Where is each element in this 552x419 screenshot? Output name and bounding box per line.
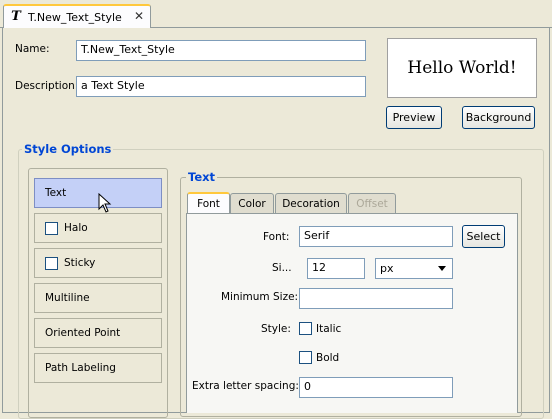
option-label: Path Labeling bbox=[45, 362, 116, 374]
description-field[interactable]: a Text Style bbox=[76, 76, 366, 97]
preview-button[interactable]: Preview bbox=[386, 106, 442, 129]
option-label: Sticky bbox=[64, 257, 96, 269]
tab-decoration[interactable]: Decoration bbox=[275, 193, 347, 213]
document-tab[interactable]: T T.New_Text_Style ✕ bbox=[3, 4, 151, 28]
option-halo[interactable]: Halo bbox=[34, 213, 162, 243]
option-label: Text bbox=[45, 187, 67, 199]
minimum-size-label: Minimum Size: bbox=[221, 291, 299, 303]
name-label: Name: bbox=[15, 43, 50, 55]
minimum-size-field[interactable] bbox=[299, 288, 453, 309]
close-icon[interactable]: ✕ bbox=[134, 9, 144, 23]
name-field[interactable]: T.New_Text_Style bbox=[76, 40, 366, 61]
sticky-checkbox[interactable] bbox=[45, 256, 58, 270]
description-label: Description: bbox=[15, 80, 79, 92]
letter-spacing-field[interactable]: 0 bbox=[299, 377, 453, 398]
size-field[interactable]: 12 bbox=[307, 258, 365, 279]
tab-color[interactable]: Color bbox=[230, 193, 274, 213]
tab-font[interactable]: Font bbox=[187, 192, 230, 214]
preview-text: Hello World! bbox=[407, 58, 517, 78]
option-sticky[interactable]: Sticky bbox=[34, 248, 162, 278]
halo-checkbox[interactable] bbox=[45, 221, 58, 235]
option-path-labeling[interactable]: Path Labeling bbox=[34, 353, 162, 383]
font-field[interactable]: Serif bbox=[299, 226, 453, 247]
style-options-title: Style Options bbox=[22, 142, 114, 156]
select-font-button[interactable]: Select bbox=[462, 225, 505, 248]
tab-title: T.New_Text_Style bbox=[28, 10, 122, 24]
font-label: Font: bbox=[263, 231, 290, 243]
bold-checkbox[interactable] bbox=[299, 351, 312, 364]
text-group-title: Text bbox=[186, 170, 218, 184]
background-button[interactable]: Background bbox=[462, 106, 535, 129]
chevron-down-icon bbox=[438, 266, 446, 271]
unit-value: px bbox=[380, 262, 394, 275]
size-label: Si... bbox=[272, 262, 292, 274]
option-oriented-point[interactable]: Oriented Point bbox=[34, 318, 162, 348]
bold-label: Bold bbox=[316, 352, 340, 364]
unit-select[interactable]: px bbox=[375, 258, 453, 279]
italic-checkbox[interactable] bbox=[299, 322, 312, 335]
italic-label: Italic bbox=[316, 323, 342, 335]
option-label: Halo bbox=[64, 222, 88, 234]
tab-offset: Offset bbox=[348, 193, 396, 213]
option-multiline[interactable]: Multiline bbox=[34, 283, 162, 313]
letter-spacing-label: Extra letter spacing: bbox=[192, 380, 299, 392]
text-style-icon: T bbox=[11, 9, 21, 24]
option-label: Multiline bbox=[45, 292, 90, 304]
option-label: Oriented Point bbox=[45, 327, 121, 339]
preview-box: Hello World! bbox=[387, 38, 537, 98]
style-label: Style: bbox=[261, 323, 291, 335]
mouse-cursor-icon bbox=[98, 193, 112, 213]
